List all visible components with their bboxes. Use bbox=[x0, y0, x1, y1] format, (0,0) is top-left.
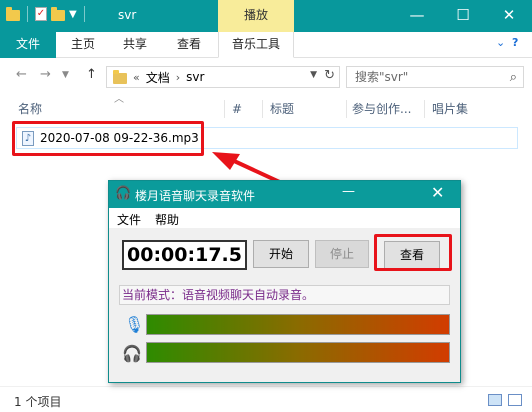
microphone-icon: 🎙 bbox=[124, 315, 145, 334]
microphone-level-meter bbox=[146, 314, 450, 335]
start-button[interactable]: 开始 bbox=[253, 240, 309, 268]
details-view-icon[interactable] bbox=[488, 394, 502, 406]
close-button[interactable]: ✕ bbox=[431, 183, 444, 202]
recorder-menubar: 文件 帮助 bbox=[109, 208, 460, 228]
stop-button[interactable]: 停止 bbox=[315, 240, 369, 268]
speaker-headphones-icon: 🎧 bbox=[122, 344, 142, 363]
scrollbar[interactable] bbox=[518, 94, 532, 386]
minimize-button[interactable]: — bbox=[342, 184, 355, 199]
speaker-level-meter bbox=[146, 342, 450, 363]
recorder-title: 楼月语音聊天录音软件 bbox=[135, 189, 256, 203]
recording-timer: 00:00:17.5 bbox=[122, 240, 247, 270]
menu-file[interactable]: 文件 bbox=[117, 211, 141, 228]
status-bar: 1 个项目 bbox=[0, 386, 532, 412]
recorder-window: 🎧 楼月语音聊天录音软件 — ✕ 文件 帮助 00:00:17.5 开始 停止 … bbox=[108, 180, 461, 383]
large-icons-view-icon[interactable] bbox=[508, 394, 522, 406]
highlight-box-view-button bbox=[374, 234, 452, 271]
recorder-titlebar: 🎧 楼月语音聊天录音软件 — ✕ bbox=[109, 181, 460, 208]
menu-help[interactable]: 帮助 bbox=[155, 211, 179, 228]
item-count: 1 个项目 bbox=[14, 395, 62, 409]
mode-status: 当前模式：语音视频聊天自动录音。 bbox=[119, 285, 450, 305]
headphones-icon: 🎧 bbox=[115, 186, 132, 201]
